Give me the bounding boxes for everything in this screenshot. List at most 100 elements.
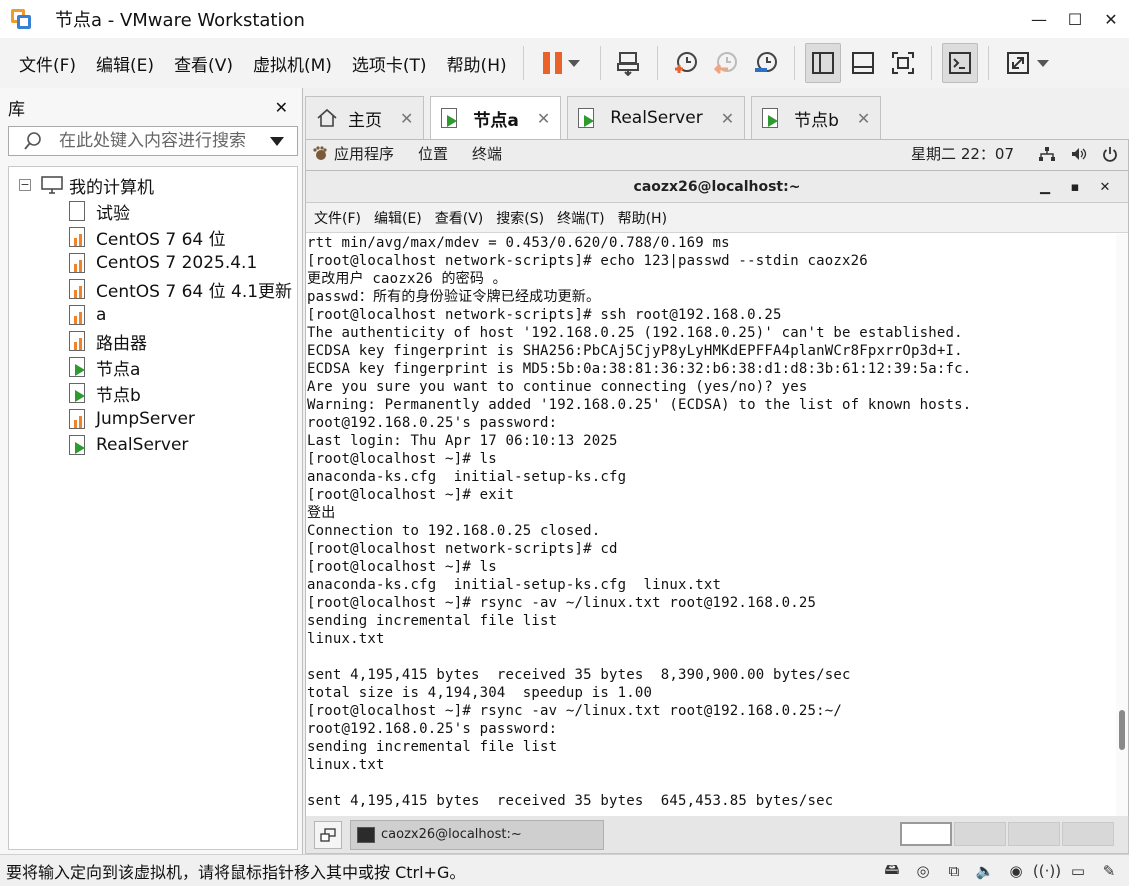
vm-console[interactable]: 应用程序 位置 终端 星期二 22：07 caozx26@localhost:~…	[305, 139, 1129, 818]
terminal-menu-help[interactable]: 帮助(H)	[618, 208, 667, 228]
power-icon[interactable]	[1102, 146, 1118, 162]
terminal-menu-view[interactable]: 查看(V)	[435, 208, 484, 228]
menu-help[interactable]: 帮助(H)	[447, 51, 507, 76]
stretch-button[interactable]	[999, 43, 1055, 83]
menu-vm[interactable]: 虚拟机(M)	[253, 51, 332, 76]
menu-view[interactable]: 查看(V)	[174, 51, 233, 76]
terminal-line: [root@localhost ~]# ls	[307, 451, 497, 467]
thumbnail-bar-button[interactable]	[845, 43, 881, 83]
library-view-icon	[811, 52, 834, 74]
tree-item-vm[interactable]: RealServer	[69, 433, 188, 457]
search-dropdown-icon[interactable]	[270, 136, 284, 146]
terminal-line: sent 4,195,415 bytes received 35 bytes 8…	[307, 667, 851, 683]
show-desktop-icon	[320, 827, 336, 842]
pause-button[interactable]	[534, 43, 590, 83]
search-icon	[24, 132, 41, 150]
menu-file[interactable]: 文件(F)	[19, 51, 76, 76]
tree-item-label: 节点a	[96, 359, 141, 380]
terminal-maximize-button[interactable]: ▪	[1060, 171, 1090, 203]
terminal-minimize-button[interactable]: ▁	[1030, 171, 1060, 203]
volume-icon[interactable]	[1070, 146, 1088, 162]
tab-close-button[interactable]: ✕	[857, 109, 870, 128]
console-view-icon	[948, 52, 971, 74]
library-search-input[interactable]	[59, 131, 264, 151]
menu-edit[interactable]: 编辑(E)	[96, 51, 154, 76]
status-bar: 要将输入定向到该虚拟机，请将鼠标指针移入其中或按 Ctrl+G。 🖴 ◎ ⧉ 🔈…	[0, 854, 1129, 886]
tree-item-vm[interactable]: CentOS 7 64 位	[69, 225, 226, 250]
network-adapter-icon[interactable]: ⧉	[944, 861, 964, 881]
taskbar-terminal-button[interactable]: caozx26@localhost:~	[350, 819, 604, 850]
revert-snapshot-button[interactable]	[708, 43, 744, 83]
scrollbar-thumb[interactable]	[1119, 710, 1125, 750]
library-title: 库	[8, 99, 25, 120]
tab-close-button[interactable]: ✕	[400, 109, 413, 128]
library-view-button[interactable]	[804, 43, 841, 83]
window-title: 节点a - VMware Workstation	[55, 10, 305, 31]
tree-item-vm[interactable]: 节点b	[69, 381, 141, 406]
snapshot-manager-icon	[754, 52, 777, 72]
terminal-line: sending incremental file list	[307, 613, 558, 629]
tree-item-vm[interactable]: JumpServer	[69, 407, 195, 431]
terminal-title: caozx26@localhost:~	[633, 178, 801, 195]
tree-item-vm[interactable]: CentOS 7 2025.4.1	[69, 251, 257, 275]
workspace-1[interactable]	[900, 822, 952, 846]
menu-tabs[interactable]: 选项卡(T)	[352, 51, 427, 76]
console-view-button[interactable]	[941, 43, 978, 83]
tree-item-label: JumpServer	[96, 409, 195, 429]
clock[interactable]: 星期二 22：07	[911, 143, 1014, 164]
sound-card-icon[interactable]: 🔈	[975, 861, 995, 881]
close-button[interactable]: ✕	[1093, 0, 1129, 38]
tree-item-vm[interactable]: a	[69, 303, 106, 327]
terminal-menu-edit[interactable]: 编辑(E)	[374, 208, 422, 228]
network-icon[interactable]	[1038, 146, 1056, 162]
terminal-line: Connection to 192.168.0.25 closed.	[307, 523, 601, 539]
places-menu[interactable]: 位置	[418, 143, 448, 164]
terminal-menu-terminal[interactable]: 终端(T)	[557, 208, 604, 228]
vm-running-icon	[69, 383, 87, 403]
terminal-menu-file[interactable]: 文件(F)	[314, 208, 361, 228]
tree-item-vm[interactable]: 路由器	[69, 329, 147, 354]
tab-realserver[interactable]: RealServer ✕	[567, 96, 746, 139]
terminal-close-button[interactable]: ✕	[1090, 171, 1120, 203]
tab-node-a[interactable]: 节点a ✕	[430, 96, 562, 139]
terminal-menu-search[interactable]: 搜索(S)	[496, 208, 544, 228]
tree-item-vm[interactable]: 试验	[69, 199, 130, 224]
terminal-scrollbar[interactable]	[1116, 234, 1128, 818]
display-icon[interactable]: ▭	[1068, 861, 1088, 881]
workspace-4[interactable]	[1062, 822, 1114, 846]
terminal-titlebar: caozx26@localhost:~ ▁ ▪ ✕	[306, 171, 1128, 203]
snapshot-manager-button[interactable]	[748, 43, 784, 83]
minimize-button[interactable]: —	[1021, 0, 1057, 38]
terminal-output[interactable]: rtt min/avg/max/mdev = 0.453/0.620/0.788…	[306, 234, 1116, 818]
take-snapshot-button[interactable]	[668, 43, 704, 83]
home-icon	[317, 108, 337, 127]
tree-item-vm[interactable]: 节点a	[69, 355, 141, 380]
gnome-top-panel: 应用程序 位置 终端 星期二 22：07	[306, 140, 1128, 167]
tab-node-b[interactable]: 节点b ✕	[751, 96, 882, 139]
fullscreen-button[interactable]	[885, 43, 921, 83]
wireless-icon[interactable]: ((·))	[1033, 861, 1061, 881]
tab-home[interactable]: 主页 ✕	[305, 96, 425, 139]
terminal-line: [root@localhost ~]# exit	[307, 487, 515, 503]
maximize-button[interactable]: ☐	[1057, 0, 1093, 38]
library-close-button[interactable]: ✕	[275, 98, 288, 117]
send-ctrl-alt-del-button[interactable]	[611, 43, 647, 83]
workspace-2[interactable]	[954, 822, 1006, 846]
collapse-toggle[interactable]: −	[19, 179, 31, 191]
snapshot-revert-icon	[713, 52, 737, 75]
hard-disk-icon[interactable]: 🖴	[882, 860, 902, 881]
tab-close-button[interactable]: ✕	[721, 109, 734, 128]
usb-device-icon[interactable]: ◉	[1006, 861, 1026, 881]
tree-item-vm[interactable]: CentOS 7 64 位 4.1更新	[69, 277, 292, 302]
terminal-menu[interactable]: 终端	[472, 143, 502, 164]
message-log-icon[interactable]: ✎	[1099, 861, 1119, 881]
workspace-3[interactable]	[1008, 822, 1060, 846]
cd-dvd-icon[interactable]: ◎	[913, 861, 933, 881]
terminal-line: passwd：所有的身份验证令牌已经成功更新。	[307, 289, 601, 305]
show-desktop-button[interactable]	[314, 820, 342, 849]
tree-root-my-computer[interactable]: − 我的计算机	[19, 173, 154, 198]
applications-menu[interactable]: 应用程序	[312, 143, 394, 164]
tab-close-button[interactable]: ✕	[537, 109, 550, 128]
terminal-window[interactable]: caozx26@localhost:~ ▁ ▪ ✕ 文件(F) 编辑(E) 查看…	[306, 170, 1128, 818]
